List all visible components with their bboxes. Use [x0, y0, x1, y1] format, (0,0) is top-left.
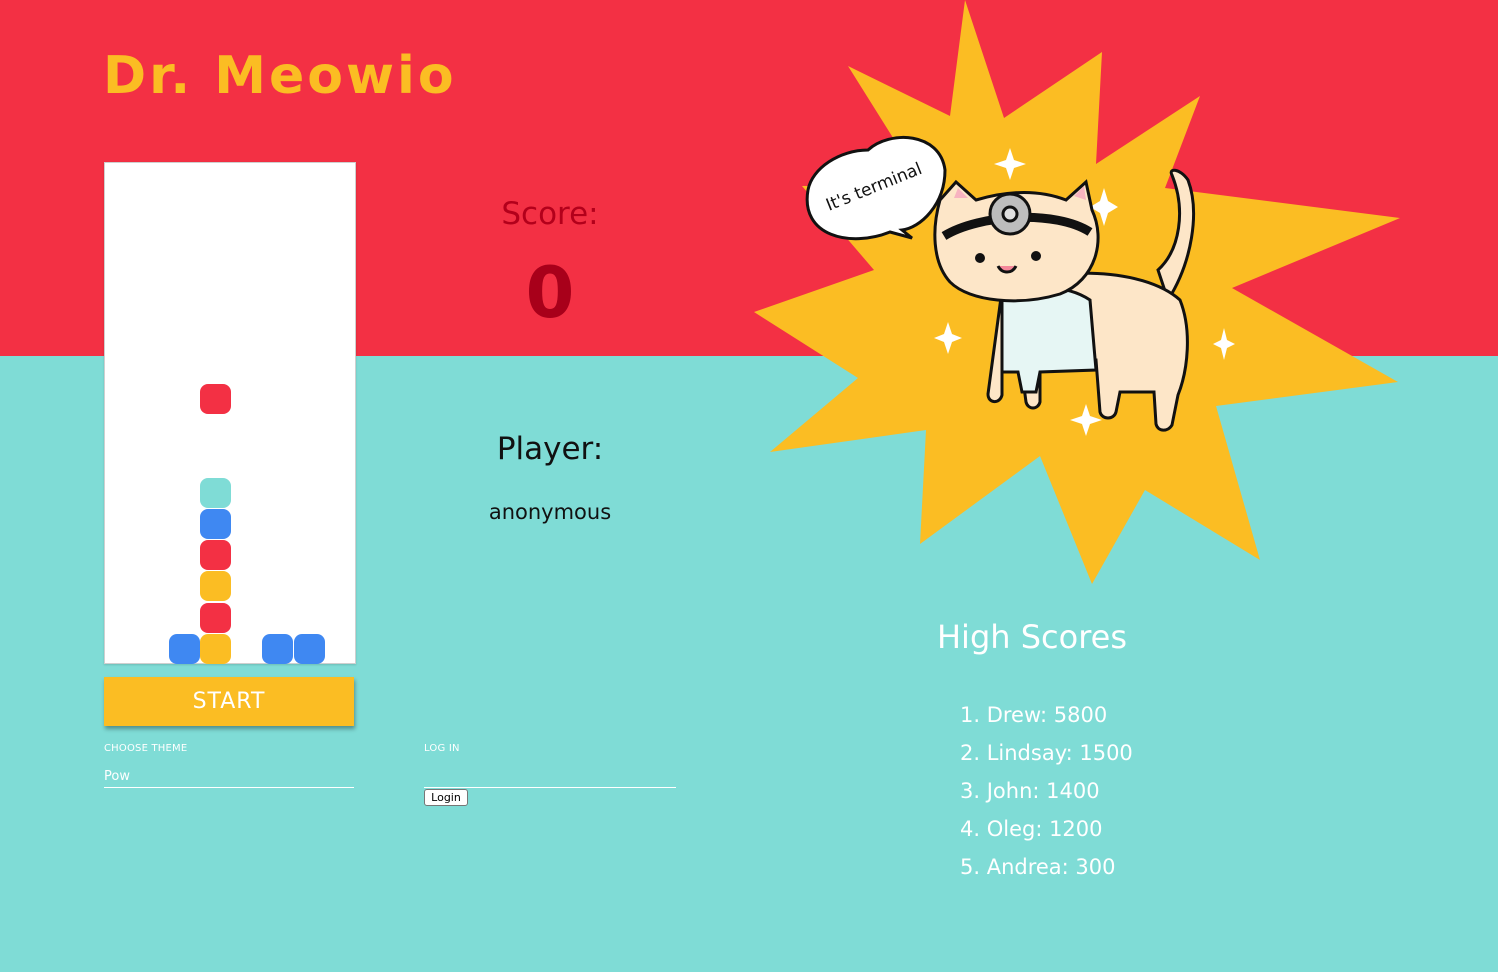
- theme-select[interactable]: Pow: [104, 769, 354, 788]
- pill-block-red: [199, 383, 231, 414]
- high-score-entry: 3. John: 1400: [960, 779, 1100, 803]
- pill-block-blue: [168, 633, 200, 664]
- high-scores-list: 1. Drew: 5800 2. Lindsay: 1500 3. John: …: [960, 697, 1133, 887]
- pill-block-red: [199, 540, 231, 570]
- pill-block-blue: [262, 633, 294, 664]
- pill-block-red: [199, 602, 231, 633]
- pill-block-blue: [293, 633, 325, 664]
- login-label: LOG IN: [424, 743, 460, 754]
- score-value: 0: [525, 252, 575, 334]
- high-score-entry: 2. Lindsay: 1500: [960, 741, 1133, 765]
- game-board[interactable]: [104, 162, 356, 664]
- high-scores-title: High Scores: [936, 618, 1127, 656]
- score-label: Score:: [501, 196, 599, 232]
- login-input[interactable]: [424, 769, 676, 788]
- pill-block-yellow: [199, 571, 231, 602]
- player-label: Player:: [496, 431, 604, 467]
- start-button[interactable]: START: [104, 677, 354, 726]
- pill-block-teal: [199, 477, 231, 508]
- login-button[interactable]: Login: [424, 789, 468, 806]
- pill-block-blue: [199, 508, 231, 539]
- theme-label: CHOOSE THEME: [104, 743, 188, 754]
- mascot-burst-illustration: It's terminal: [754, 0, 1400, 584]
- app-logo: Dr. Meowio: [103, 46, 457, 106]
- player-name: anonymous: [488, 500, 612, 524]
- high-score-entry: 4. Oleg: 1200: [960, 817, 1103, 841]
- high-score-entry: 5. Andrea: 300: [960, 855, 1116, 879]
- pill-block-yellow: [199, 633, 231, 664]
- high-score-entry: 1. Drew: 5800: [960, 703, 1108, 727]
